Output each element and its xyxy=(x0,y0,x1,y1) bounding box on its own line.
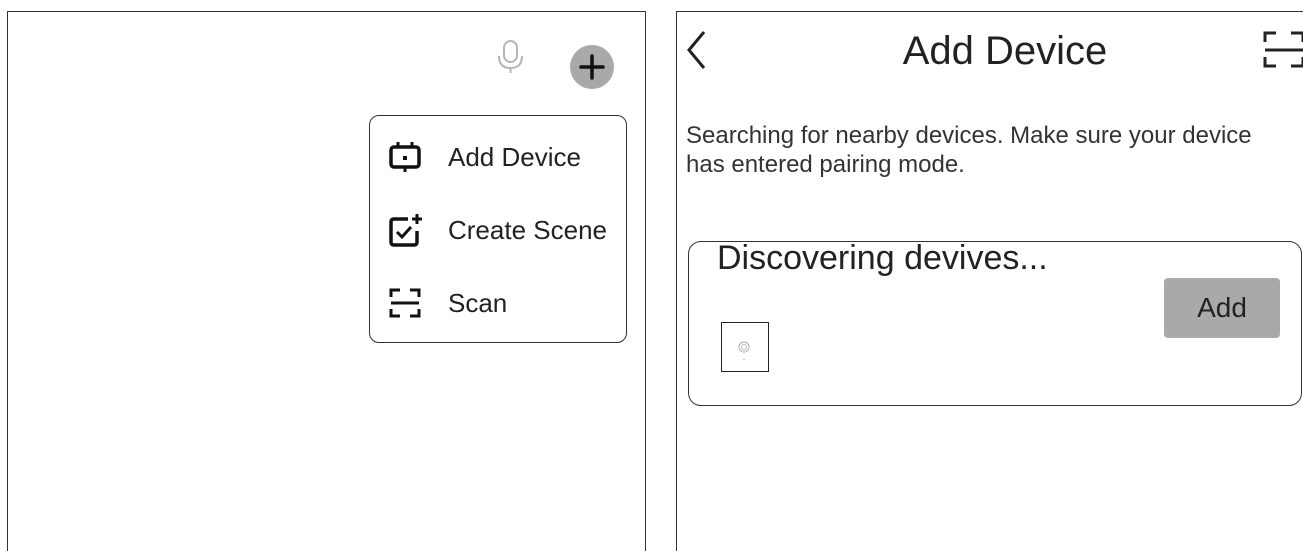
pairing-instructions: Searching for nearby devices. Make sure … xyxy=(686,121,1303,179)
microphone-icon[interactable] xyxy=(496,40,526,74)
device-thumbnail[interactable] xyxy=(721,322,769,372)
menu-item-label: Scan xyxy=(448,288,508,318)
menu-item-label: Add Device xyxy=(448,142,581,172)
device-thumbnail-icon xyxy=(738,341,750,360)
page-title: Add Device xyxy=(902,29,1108,73)
menu-item-add-device[interactable]: Add Device xyxy=(370,128,626,184)
scan-icon[interactable] xyxy=(1262,30,1303,70)
chevron-left-icon[interactable] xyxy=(684,28,708,72)
menu-item-scan[interactable]: Scan xyxy=(370,274,626,330)
instruction-line-2: has entered pairing mode. xyxy=(686,151,965,178)
scan-icon xyxy=(388,286,422,320)
menu-item-label: Create Scene xyxy=(448,215,607,245)
add-device-button[interactable]: Add xyxy=(1164,278,1280,338)
device-icon xyxy=(388,140,422,174)
add-menu-dropdown: Add Device Create Scene Scan xyxy=(369,115,627,343)
instruction-line-1: Searching for nearby devices. Make sure … xyxy=(686,122,1252,149)
plus-icon xyxy=(579,54,605,80)
menu-item-create-scene[interactable]: Create Scene xyxy=(370,201,626,257)
scene-icon xyxy=(388,213,422,247)
discovery-status: Discovering devives... xyxy=(717,239,1048,277)
add-button[interactable] xyxy=(570,45,614,89)
